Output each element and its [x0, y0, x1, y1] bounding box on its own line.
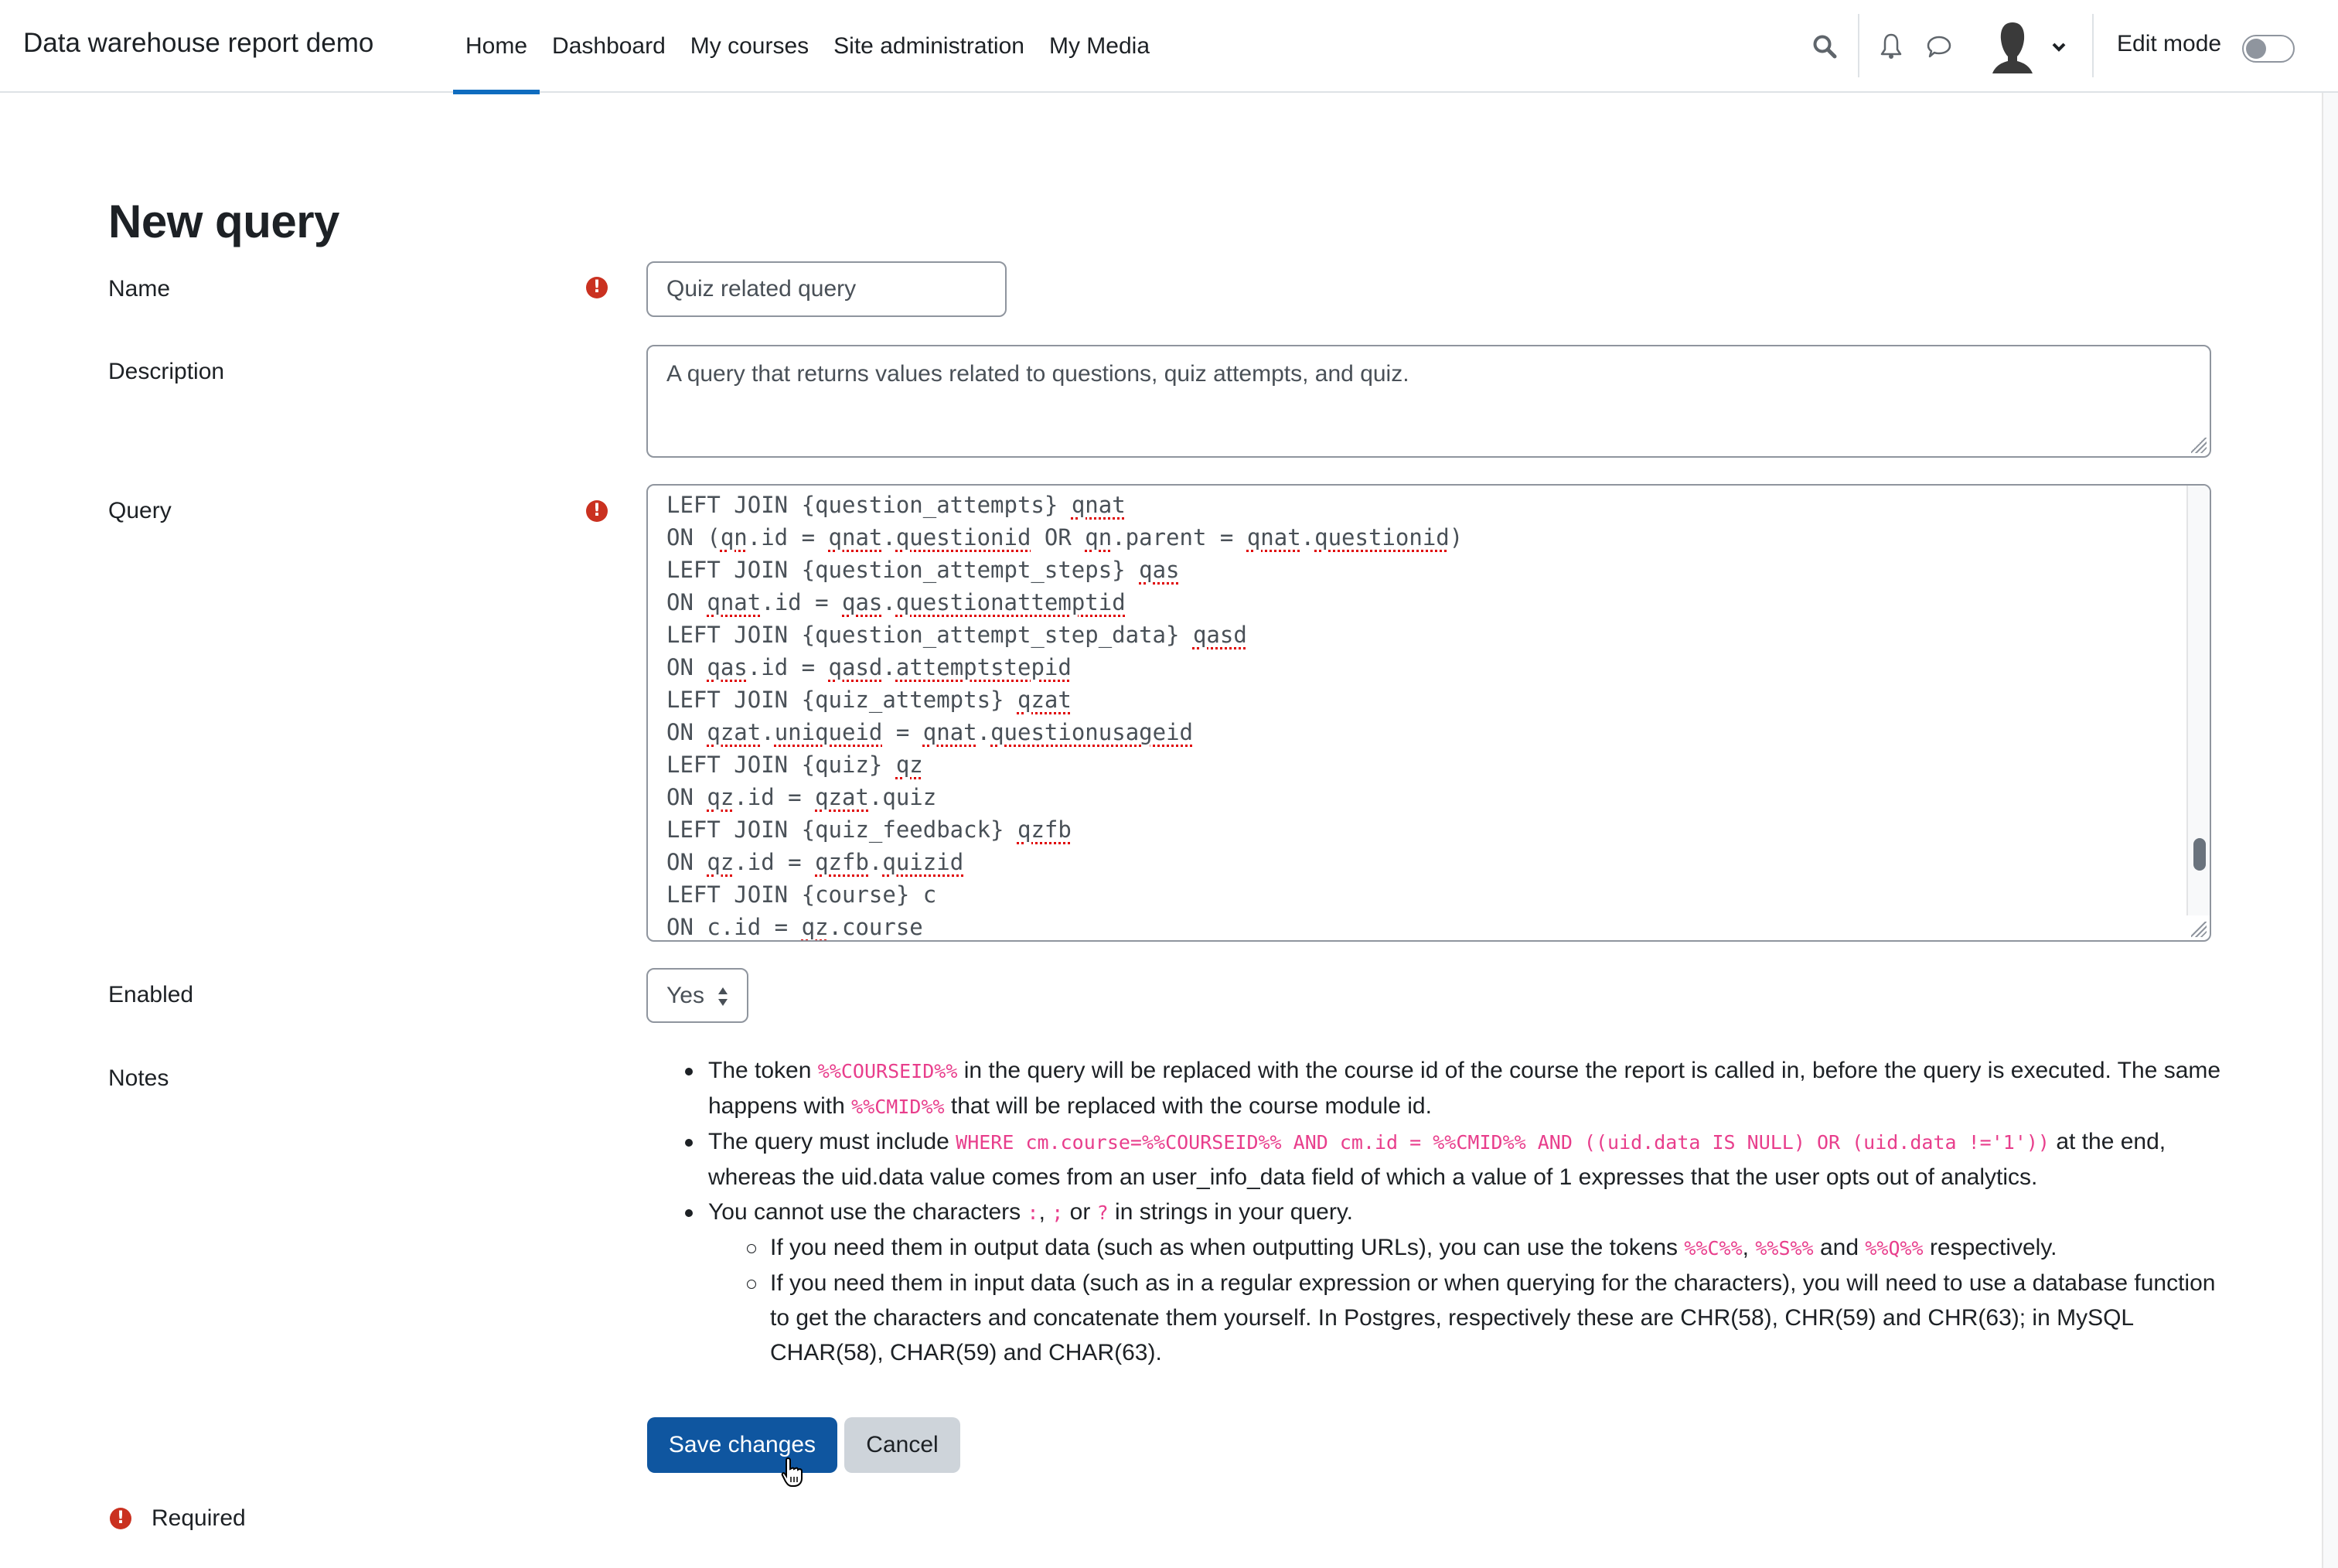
message-icon[interactable]	[1922, 29, 1956, 63]
query-line: LEFT JOIN {course} c	[666, 881, 937, 908]
enabled-value: Yes	[666, 983, 704, 1008]
query-scrollbar[interactable]	[2186, 486, 2210, 915]
drawer-edge	[2322, 93, 2338, 1568]
top-navbar: Data warehouse report demo Home Dashboar…	[0, 0, 2338, 94]
query-label: Query	[108, 498, 172, 523]
scrollbar-thumb[interactable]	[2193, 838, 2206, 871]
query-textarea[interactable]: LEFT JOIN {question_attempts} qnat ON (qn…	[646, 484, 2211, 942]
edit-mode-label: Edit mode	[2117, 31, 2222, 56]
site-name[interactable]: Data warehouse report demo	[23, 28, 373, 59]
code-token: %%COURSEID%%	[817, 1060, 958, 1082]
query-line: LEFT JOIN {quiz} qz	[666, 752, 923, 778]
query-line: ON (qn.id = qnat.questionid OR qn.parent…	[666, 524, 1464, 551]
nav-site-administration[interactable]: Site administration	[821, 0, 1037, 93]
query-line: LEFT JOIN {question_attempt_step_data} q…	[666, 622, 1247, 648]
resize-handle[interactable]	[2191, 922, 2207, 937]
notes-label: Notes	[108, 1065, 169, 1091]
enabled-select[interactable]: Yes	[646, 968, 748, 1023]
note-item: You cannot use the characters :, ; or ? …	[685, 1195, 2231, 1370]
nav-my-media[interactable]: My Media	[1037, 0, 1162, 93]
query-line: LEFT JOIN {quiz_attempts} qzat	[666, 687, 1072, 713]
toggle-knob	[2246, 39, 2266, 59]
resize-handle[interactable]	[2191, 438, 2207, 453]
description-text: A query that returns values related to q…	[666, 361, 1409, 387]
cancel-button[interactable]: Cancel	[844, 1417, 960, 1473]
required-legend-text: Required	[152, 1505, 246, 1531]
note-subitem: If you need them in input data (such as …	[747, 1266, 2231, 1370]
save-changes-button[interactable]: Save changes	[647, 1417, 837, 1473]
query-code: LEFT JOIN {question_attempts} qnat ON (qn…	[666, 489, 1464, 940]
name-label: Name	[108, 276, 171, 302]
code-token: %%Q%%	[1865, 1237, 1924, 1260]
bell-icon[interactable]	[1874, 29, 1908, 63]
primary-navigation: Home Dashboard My courses Site administr…	[453, 0, 1162, 94]
nav-my-courses[interactable]: My courses	[678, 0, 821, 93]
query-line: ON qz.id = qzat.quiz	[666, 784, 937, 810]
query-line: LEFT JOIN {question_attempts} qnat	[666, 492, 1126, 518]
hand-cursor-icon	[781, 1457, 803, 1487]
enabled-label: Enabled	[108, 982, 194, 1007]
divider	[1858, 14, 1859, 77]
select-arrows-icon	[718, 987, 728, 1006]
required-legend: ! Required	[110, 1505, 246, 1532]
query-line: LEFT JOIN {question_attempt_steps} qas	[666, 557, 1180, 583]
query-line: LEFT JOIN {quiz_feedback} qzfb	[666, 816, 1072, 843]
nav-home[interactable]: Home	[453, 0, 540, 94]
nav-dashboard[interactable]: Dashboard	[540, 0, 678, 93]
divider	[2092, 14, 2094, 77]
query-line: ON qnat.id = qas.questionattemptid	[666, 589, 1126, 615]
note-subitem: If you need them in output data (such as…	[747, 1230, 2231, 1266]
code-token: WHERE cm.course=%%COURSEID%% AND cm.id =…	[956, 1131, 2050, 1154]
note-item: The query must include WHERE cm.course=%…	[685, 1124, 2231, 1195]
chevron-down-icon[interactable]	[2047, 36, 2070, 59]
query-line: ON qz.id = qzfb.quizid	[666, 849, 964, 875]
query-line: ON qzat.uniqueid = qnat.questionusageid	[666, 719, 1193, 745]
query-line: ON c.id = qz.course	[666, 914, 923, 940]
note-item: The token %%COURSEID%% in the query will…	[685, 1053, 2231, 1124]
notes-list: The token %%COURSEID%% in the query will…	[685, 1053, 2231, 1370]
query-line: ON qas.id = qasd.attemptstepid	[666, 654, 1072, 680]
required-icon: !	[586, 277, 608, 298]
required-icon: !	[110, 1508, 131, 1529]
search-icon[interactable]	[1808, 29, 1842, 63]
code-token: %%S%%	[1755, 1237, 1814, 1260]
edit-mode-toggle[interactable]	[2242, 35, 2295, 63]
page-title: New query	[108, 196, 339, 247]
code-token: ;	[1051, 1202, 1064, 1224]
avatar[interactable]	[1987, 20, 2038, 74]
code-token: ?	[1096, 1202, 1109, 1224]
code-token: %%CMID%%	[851, 1096, 945, 1118]
code-token: %%C%%	[1684, 1237, 1743, 1260]
description-textarea[interactable]: A query that returns values related to q…	[646, 345, 2211, 458]
name-input[interactable]	[646, 261, 1007, 317]
code-token: :	[1027, 1202, 1039, 1224]
required-icon: !	[586, 500, 608, 522]
description-label: Description	[108, 359, 225, 384]
